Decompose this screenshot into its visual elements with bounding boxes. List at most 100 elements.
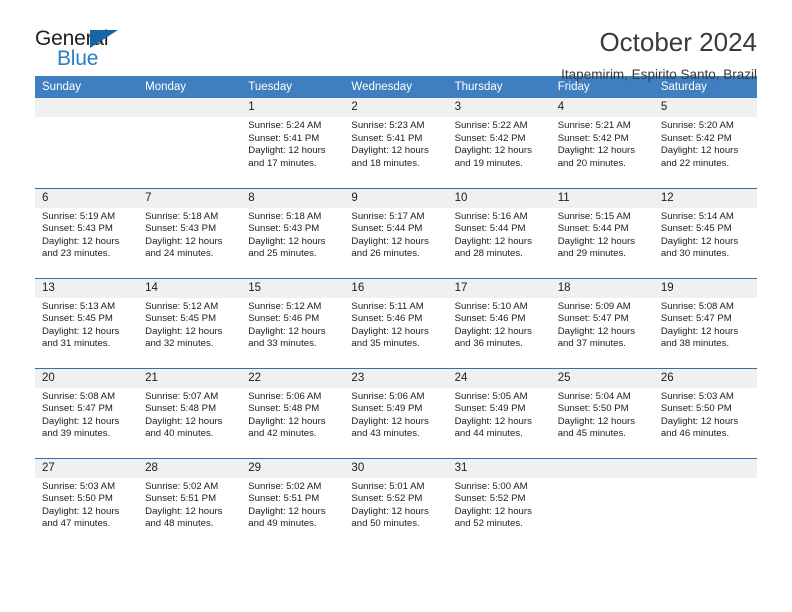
- day-cell-30[interactable]: 30 Sunrise: 5:01 AM Sunset: 5:52 PM Dayligh…: [344, 457, 448, 548]
- day-number: 23: [344, 368, 448, 388]
- day-cell-21[interactable]: 21 Sunrise: 5:07 AM Sunset: 5:48 PM Dayligh…: [138, 367, 242, 458]
- daylight-text-line1: Daylight: 12 hours: [351, 415, 429, 427]
- sunset-text: Sunset: 5:48 PM: [248, 403, 320, 415]
- day-cell-5[interactable]: 5 Sunrise: 5:20 AM Sunset: 5:42 PM Daylight…: [653, 98, 757, 188]
- sunrise-text: Sunrise: 5:03 AM: [42, 480, 116, 492]
- week-row: 27 Sunrise: 5:03 AM Sunset: 5:50 PM Dayligh…: [35, 457, 757, 548]
- day-cell-2[interactable]: 2 Sunrise: 5:23 AM Sunset: 5:41 PM Daylight…: [344, 98, 448, 188]
- day-cell-14[interactable]: 14 Sunrise: 5:12 AM Sunset: 5:45 PM Dayligh…: [138, 277, 242, 368]
- daylight-text-line1: Daylight: 12 hours: [454, 415, 532, 427]
- sunset-text: Sunset: 5:45 PM: [660, 223, 732, 235]
- daylight-text-line1: Daylight: 12 hours: [557, 235, 636, 247]
- day-cell-28[interactable]: 28 Sunrise: 5:02 AM Sunset: 5:51 PM Dayligh…: [138, 457, 242, 548]
- daylight-text-line1: Daylight: 12 hours: [42, 325, 120, 337]
- day-cell-31[interactable]: 31 Sunrise: 5:00 AM Sunset: 5:52 PM Dayligh…: [447, 457, 551, 548]
- daylight-text-line2: and 24 minutes.: [145, 248, 214, 260]
- day-cell-1[interactable]: 1 Sunrise: 5:24 AM Sunset: 5:41 PM Daylight…: [241, 98, 345, 188]
- day-number: 2: [344, 98, 448, 117]
- sunrise-text: Sunrise: 5:02 AM: [248, 480, 322, 492]
- sunset-text: Sunset: 5:43 PM: [42, 223, 113, 235]
- day-cell-4[interactable]: 4 Sunrise: 5:21 AM Sunset: 5:42 PM Daylight…: [550, 98, 654, 188]
- day-number: 26: [653, 368, 757, 388]
- day-details: Sunrise: 5:08 AM Sunset: 5:47 PM Daylight:…: [35, 388, 138, 441]
- daylight-text-line1: Daylight: 12 hours: [145, 325, 223, 337]
- day-cell-7[interactable]: 7 Sunrise: 5:18 AM Sunset: 5:43 PM Daylight…: [138, 187, 242, 278]
- general-blue-logo[interactable]: General Blue: [35, 27, 155, 73]
- day-details: Sunrise: 5:17 AM Sunset: 5:44 PM Daylight:…: [344, 208, 447, 261]
- day-details: Sunrise: 5:12 AM Sunset: 5:46 PM Daylight:…: [241, 298, 344, 351]
- sunset-text: Sunset: 5:41 PM: [351, 132, 423, 144]
- day-cell-3[interactable]: 3 Sunrise: 5:22 AM Sunset: 5:42 PM Daylight…: [447, 98, 551, 188]
- sunrise-text: Sunrise: 5:15 AM: [557, 210, 631, 222]
- day-cell-23[interactable]: 23 Sunrise: 5:06 AM Sunset: 5:49 PM Dayligh…: [344, 367, 448, 458]
- day-number: 5: [653, 98, 757, 117]
- daylight-text-line1: Daylight: 12 hours: [454, 145, 532, 157]
- day-cell-18[interactable]: 18 Sunrise: 5:09 AM Sunset: 5:47 PM Dayligh…: [550, 277, 654, 368]
- daylight-text-line2: and 22 minutes.: [660, 157, 730, 169]
- logo-text-blue: Blue: [57, 47, 99, 70]
- daylight-text-line2: and 30 minutes.: [660, 248, 730, 260]
- day-number: 3: [447, 98, 551, 117]
- daylight-text-line2: and 39 minutes.: [42, 428, 111, 440]
- daylight-text-line1: Daylight: 12 hours: [248, 415, 326, 427]
- day-details: Sunrise: 5:12 AM Sunset: 5:45 PM Daylight:…: [138, 298, 241, 351]
- daylight-text-line1: Daylight: 12 hours: [557, 145, 636, 157]
- sunrise-text: Sunrise: 5:08 AM: [42, 390, 116, 402]
- sunset-text: Sunset: 5:50 PM: [660, 403, 732, 415]
- sunset-text: Sunset: 5:45 PM: [145, 313, 217, 325]
- day-number: 29: [241, 458, 345, 478]
- day-cell-19[interactable]: 19 Sunrise: 5:08 AM Sunset: 5:47 PM Dayligh…: [653, 277, 757, 368]
- day-details: Sunrise: 5:24 AM Sunset: 5:41 PM Daylight:…: [241, 117, 344, 170]
- sunset-text: Sunset: 5:44 PM: [557, 223, 629, 235]
- sunset-text: Sunset: 5:48 PM: [145, 403, 217, 415]
- sunrise-text: Sunrise: 5:24 AM: [248, 120, 322, 131]
- sunrise-text: Sunrise: 5:09 AM: [557, 300, 631, 312]
- day-cell-25[interactable]: 25 Sunrise: 5:04 AM Sunset: 5:50 PM Dayligh…: [550, 367, 654, 458]
- day-details: Sunrise: 5:22 AM Sunset: 5:42 PM Daylight:…: [448, 117, 551, 170]
- day-cell-16[interactable]: 16 Sunrise: 5:11 AM Sunset: 5:46 PM Dayligh…: [344, 277, 448, 368]
- day-number: 18: [550, 278, 654, 298]
- day-number: 6: [35, 188, 139, 208]
- day-number: 22: [241, 368, 345, 388]
- day-cell-15[interactable]: 15 Sunrise: 5:12 AM Sunset: 5:46 PM Dayligh…: [241, 277, 345, 368]
- calendar-page: General Blue October 2024 Itapemirim, Es…: [0, 0, 792, 612]
- day-cell-8[interactable]: 8 Sunrise: 5:18 AM Sunset: 5:43 PM Daylight…: [241, 187, 345, 278]
- day-details: Sunrise: 5:18 AM Sunset: 5:43 PM Daylight:…: [138, 208, 241, 261]
- week-row: 13 Sunrise: 5:13 AM Sunset: 5:45 PM Dayligh…: [35, 277, 757, 368]
- day-cell-26[interactable]: 26 Sunrise: 5:03 AM Sunset: 5:50 PM Dayligh…: [653, 367, 757, 458]
- daylight-text-line2: and 25 minutes.: [248, 248, 317, 260]
- day-cell-12[interactable]: 12 Sunrise: 5:14 AM Sunset: 5:45 PM Dayligh…: [653, 187, 757, 278]
- daylight-text-line1: Daylight: 12 hours: [454, 505, 532, 517]
- sunrise-text: Sunrise: 5:17 AM: [351, 210, 425, 222]
- daylight-text-line2: and 47 minutes.: [42, 518, 111, 530]
- daylight-text-line1: Daylight: 12 hours: [145, 505, 223, 517]
- daylight-text-line1: Daylight: 12 hours: [248, 235, 326, 247]
- day-cell-27[interactable]: 27 Sunrise: 5:03 AM Sunset: 5:50 PM Dayligh…: [35, 457, 139, 548]
- day-cell-29[interactable]: 29 Sunrise: 5:02 AM Sunset: 5:51 PM Dayligh…: [241, 457, 345, 548]
- day-cell-6[interactable]: 6 Sunrise: 5:19 AM Sunset: 5:43 PM Daylight…: [35, 187, 139, 278]
- day-cell-9[interactable]: 9 Sunrise: 5:17 AM Sunset: 5:44 PM Daylight…: [344, 187, 448, 278]
- day-cell-11[interactable]: 11 Sunrise: 5:15 AM Sunset: 5:44 PM Dayligh…: [550, 187, 654, 278]
- sunset-text: Sunset: 5:47 PM: [42, 403, 113, 415]
- daylight-text-line1: Daylight: 12 hours: [454, 325, 532, 337]
- day-cell-20[interactable]: 20 Sunrise: 5:08 AM Sunset: 5:47 PM Dayligh…: [35, 367, 139, 458]
- sunrise-text: Sunrise: 5:00 AM: [454, 480, 528, 492]
- sunset-text: Sunset: 5:50 PM: [557, 403, 629, 415]
- daylight-text-line2: and 42 minutes.: [248, 428, 317, 440]
- day-cell-22[interactable]: 22 Sunrise: 5:06 AM Sunset: 5:48 PM Dayligh…: [241, 367, 345, 458]
- day-cell-17[interactable]: 17 Sunrise: 5:10 AM Sunset: 5:46 PM Dayligh…: [447, 277, 551, 368]
- daylight-text-line2: and 40 minutes.: [145, 428, 214, 440]
- sunset-text: Sunset: 5:46 PM: [248, 313, 320, 325]
- day-cell-10[interactable]: 10 Sunrise: 5:16 AM Sunset: 5:44 PM Dayligh…: [447, 187, 551, 278]
- daylight-text-line2: and 19 minutes.: [454, 157, 523, 169]
- day-cell-13[interactable]: 13 Sunrise: 5:13 AM Sunset: 5:45 PM Dayligh…: [35, 277, 139, 368]
- daylight-text-line2: and 45 minutes.: [557, 428, 626, 440]
- day-cell-empty: [550, 457, 654, 548]
- day-details: Sunrise: 5:05 AM Sunset: 5:49 PM Daylight:…: [448, 388, 551, 441]
- sunset-text: Sunset: 5:51 PM: [248, 493, 320, 505]
- sunset-text: Sunset: 5:49 PM: [454, 403, 526, 415]
- day-cell-24[interactable]: 24 Sunrise: 5:05 AM Sunset: 5:49 PM Dayligh…: [447, 367, 551, 458]
- day-details: Sunrise: 5:02 AM Sunset: 5:51 PM Daylight:…: [241, 478, 344, 531]
- day-details: Sunrise: 5:15 AM Sunset: 5:44 PM Daylight:…: [551, 208, 654, 261]
- sunrise-text: Sunrise: 5:16 AM: [454, 210, 528, 222]
